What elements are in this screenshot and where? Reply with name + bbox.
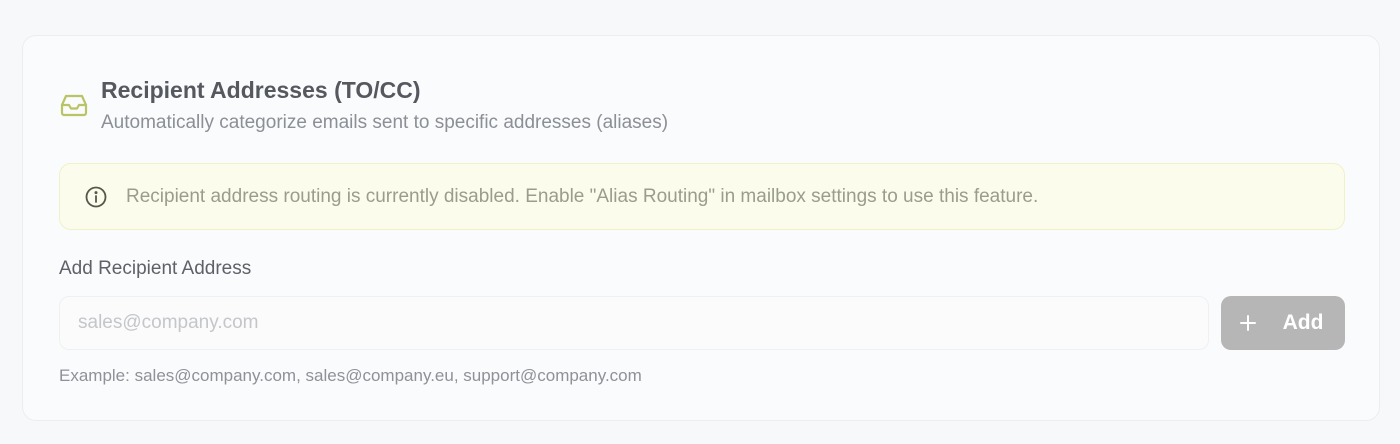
recipient-addresses-card: Recipient Addresses (TO/CC) Automaticall… bbox=[22, 35, 1380, 421]
section-subtitle: Automatically categorize emails sent to … bbox=[101, 112, 669, 133]
warning-text: Recipient address routing is currently d… bbox=[126, 185, 1039, 207]
disabled-warning-banner: Recipient address routing is currently d… bbox=[59, 163, 1345, 230]
example-hint: Example: sales@company.com, sales@compan… bbox=[59, 366, 642, 385]
inbox-icon bbox=[59, 90, 89, 120]
plus-icon bbox=[1239, 314, 1257, 332]
info-circle-icon bbox=[85, 186, 107, 208]
section-header-text: Recipient Addresses (TO/CC) Automaticall… bbox=[101, 76, 668, 134]
add-recipient-label: Add Recipient Address bbox=[59, 258, 252, 279]
add-button[interactable]: Add bbox=[1221, 296, 1345, 350]
section-header: Recipient Addresses (TO/CC) Automaticall… bbox=[59, 76, 668, 134]
section-title: Recipient Addresses (TO/CC) bbox=[101, 77, 421, 103]
recipient-address-input[interactable] bbox=[59, 296, 1209, 350]
add-button-label: Add bbox=[1282, 311, 1324, 334]
